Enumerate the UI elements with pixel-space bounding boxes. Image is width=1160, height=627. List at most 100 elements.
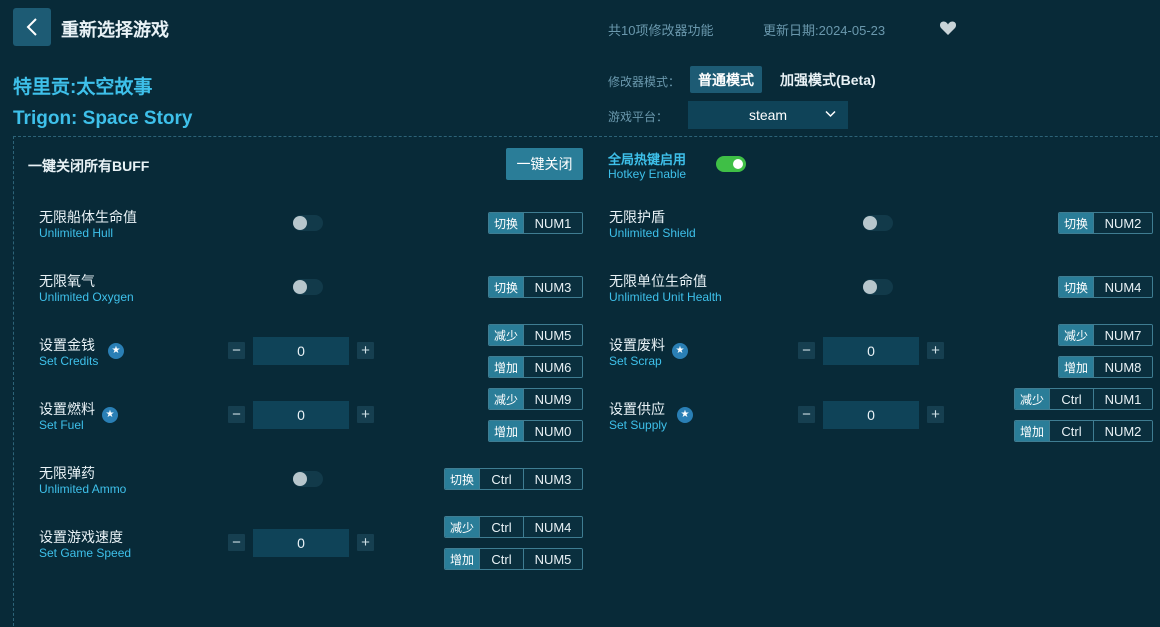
supply-input[interactable]: 0: [823, 401, 919, 429]
shield-toggle[interactable]: [863, 215, 893, 231]
hotkey-modifier: Ctrl: [1049, 421, 1093, 441]
hotkey-modifier: Ctrl: [479, 549, 523, 569]
star-icon: ★: [102, 407, 118, 423]
feature-label-cn: 设置燃料: [39, 401, 95, 417]
increment-button[interactable]: +: [357, 342, 374, 359]
hotkey-key: NUM4: [1093, 277, 1152, 297]
star-icon: ★: [108, 343, 124, 359]
feature-label-cn: 无限船体生命值: [39, 209, 137, 225]
hotkey-action[interactable]: 减少: [1015, 389, 1049, 409]
increment-button[interactable]: +: [927, 342, 944, 359]
platform-select[interactable]: steam: [688, 101, 848, 129]
chevron-left-icon: [26, 18, 37, 36]
hotkey-key: NUM5: [523, 549, 582, 569]
supply-dec-hotkey[interactable]: 减少 Ctrl NUM1: [1014, 388, 1153, 410]
feature-label-cn: 设置供应: [609, 401, 665, 417]
increment-button[interactable]: +: [357, 406, 374, 423]
hull-hotkey[interactable]: 切换 NUM1: [488, 212, 583, 234]
feature-label-cn: 无限护盾: [609, 209, 665, 225]
unit-health-hotkey[interactable]: 切换 NUM4: [1058, 276, 1153, 298]
hotkey-action[interactable]: 增加: [489, 357, 523, 377]
decrement-button[interactable]: −: [228, 534, 245, 551]
credits-dec-hotkey[interactable]: 减少 NUM5: [488, 324, 583, 346]
hotkey-key: NUM9: [523, 389, 582, 409]
hotkey-action[interactable]: 增加: [445, 549, 479, 569]
hotkey-action[interactable]: 切换: [489, 213, 523, 233]
speed-input[interactable]: 0: [253, 529, 349, 557]
increment-button[interactable]: +: [927, 406, 944, 423]
feature-label-en: Set Supply: [609, 418, 668, 432]
hotkey-action[interactable]: 切换: [1059, 213, 1093, 233]
heart-icon[interactable]: [939, 19, 957, 36]
shield-hotkey[interactable]: 切换 NUM2: [1058, 212, 1153, 234]
update-date: 更新日期:2024-05-23: [763, 23, 886, 38]
scrap-inc-hotkey[interactable]: 增加 NUM8: [1058, 356, 1153, 378]
game-title-en: Trigon: Space Story: [13, 108, 193, 129]
feature-label-en: Unlimited Shield: [609, 226, 696, 240]
ammo-hotkey[interactable]: 切换 Ctrl NUM3: [444, 468, 583, 490]
hotkey-action[interactable]: 切换: [445, 469, 479, 489]
feature-label-cn: 无限弹药: [39, 465, 95, 481]
decrement-button[interactable]: −: [798, 406, 815, 423]
credits-inc-hotkey[interactable]: 增加 NUM6: [488, 356, 583, 378]
supply-inc-hotkey[interactable]: 增加 Ctrl NUM2: [1014, 420, 1153, 442]
hotkey-action[interactable]: 减少: [1059, 325, 1093, 345]
oxygen-hotkey[interactable]: 切换 NUM3: [488, 276, 583, 298]
scrap-dec-hotkey[interactable]: 减少 NUM7: [1058, 324, 1153, 346]
hotkey-key: NUM7: [1093, 325, 1152, 345]
feature-count: 共10项修改器功能: [608, 23, 714, 38]
feature-label-cn: 无限氧气: [39, 273, 95, 289]
platform-label: 游戏平台：: [608, 110, 669, 124]
speed-dec-hotkey[interactable]: 减少 Ctrl NUM4: [444, 516, 583, 538]
credits-input[interactable]: 0: [253, 337, 349, 365]
close-all-button[interactable]: 一键关闭: [506, 148, 583, 180]
scrap-input[interactable]: 0: [823, 337, 919, 365]
ammo-toggle[interactable]: [293, 471, 323, 487]
feature-label-en: Unlimited Unit Health: [609, 290, 722, 304]
game-title-cn: 特里贡:太空故事: [13, 77, 153, 98]
mode-normal-button[interactable]: 普通模式: [690, 66, 762, 93]
feature-label-cn: 设置游戏速度: [39, 529, 123, 545]
star-icon: ★: [672, 343, 688, 359]
hotkey-action[interactable]: 切换: [1059, 277, 1093, 297]
star-icon: ★: [677, 407, 693, 423]
hotkey-action[interactable]: 增加: [1015, 421, 1049, 441]
hotkey-modifier: Ctrl: [479, 469, 523, 489]
mode-beta-button[interactable]: 加强模式(Beta): [772, 66, 884, 93]
hotkey-key: NUM6: [523, 357, 582, 377]
feature-label-en: Unlimited Ammo: [39, 482, 127, 496]
decrement-button[interactable]: −: [228, 406, 245, 423]
feature-label-cn: 设置金钱: [39, 337, 95, 353]
hotkey-action[interactable]: 减少: [489, 325, 523, 345]
feature-label-cn: 无限单位生命值: [609, 273, 707, 289]
increment-button[interactable]: +: [357, 534, 374, 551]
feature-label-en: Set Credits: [39, 354, 99, 368]
hotkey-action[interactable]: 切换: [489, 277, 523, 297]
feature-label-en: Set Game Speed: [39, 546, 132, 560]
hotkey-action[interactable]: 减少: [489, 389, 523, 409]
hotkey-label-en: Hotkey Enable: [608, 167, 687, 181]
hotkey-key: NUM2: [1093, 213, 1152, 233]
decrement-button[interactable]: −: [798, 342, 815, 359]
back-button[interactable]: [13, 8, 51, 46]
unit-health-toggle[interactable]: [863, 279, 893, 295]
speed-inc-hotkey[interactable]: 增加 Ctrl NUM5: [444, 548, 583, 570]
hotkey-action[interactable]: 增加: [1059, 357, 1093, 377]
hotkey-key: NUM3: [523, 277, 582, 297]
page-title: 重新选择游戏: [61, 20, 169, 40]
hotkey-action[interactable]: 减少: [445, 517, 479, 537]
hotkey-modifier: Ctrl: [479, 517, 523, 537]
hotkey-label-cn: 全局热键启用: [608, 152, 687, 167]
oxygen-toggle[interactable]: [293, 279, 323, 295]
decrement-button[interactable]: −: [228, 342, 245, 359]
hotkey-key: NUM0: [523, 421, 582, 441]
feature-label-en: Unlimited Hull: [39, 226, 114, 240]
hotkey-toggle[interactable]: [716, 156, 746, 172]
hull-toggle[interactable]: [293, 215, 323, 231]
platform-value: steam: [748, 107, 788, 123]
hotkey-action[interactable]: 增加: [489, 421, 523, 441]
fuel-input[interactable]: 0: [253, 401, 349, 429]
feature-label-en: Set Scrap: [609, 354, 662, 368]
fuel-dec-hotkey[interactable]: 减少 NUM9: [488, 388, 583, 410]
fuel-inc-hotkey[interactable]: 增加 NUM0: [488, 420, 583, 442]
